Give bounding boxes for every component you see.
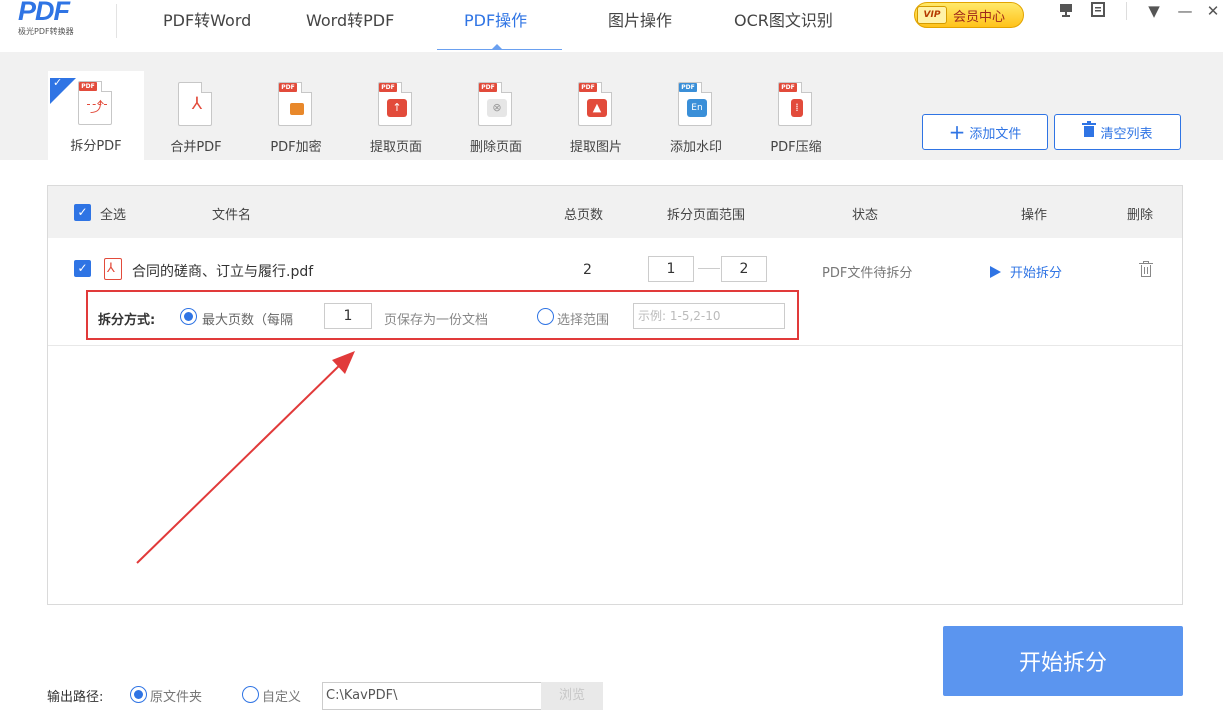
check-icon: ✓ — [53, 76, 63, 89]
tool-merge-pdf[interactable]: ⅄ 合并PDF — [148, 72, 244, 160]
tool-split-pdf[interactable]: ✓ PDF ⤴ 拆分PDF — [48, 71, 144, 160]
menu-icon[interactable]: ▼ — [1144, 2, 1164, 20]
tool-delete-pages[interactable]: PDF ⊗ 删除页面 — [448, 72, 544, 160]
tool-compress-pdf[interactable]: PDF ⁞ PDF压缩 — [748, 72, 844, 160]
select-all-checkbox[interactable]: ✓ — [74, 204, 91, 221]
tool-label: 拆分PDF — [70, 139, 122, 154]
vip-center-label: 会员中心 — [953, 9, 1006, 25]
output-path-label: 输出路径: — [47, 690, 104, 705]
tool-label: PDF压缩 — [770, 140, 822, 155]
logo-mark: PDF — [18, 0, 70, 26]
tool-add-watermark[interactable]: PDF En 添加水印 — [648, 72, 744, 160]
header-split-range: 拆分页面范围 — [667, 208, 746, 223]
active-tab-caret — [492, 44, 502, 49]
tool-label: 提取页面 — [369, 140, 422, 155]
watermark-icon: PDF En — [674, 80, 718, 128]
logo-subtitle: 极光PDF转换器 — [18, 27, 74, 36]
logo-divider — [116, 4, 117, 38]
tool-label: 删除页面 — [469, 140, 522, 155]
split-pdf-icon: ✓ PDF ⤴ — [50, 76, 118, 127]
tool-extract-images[interactable]: PDF ▲ 提取图片 — [548, 72, 644, 160]
add-file-label: 添加文件 — [969, 126, 1022, 142]
feedback-icon[interactable] — [1088, 2, 1108, 22]
annotation-highlight-box — [86, 290, 799, 340]
clear-list-button[interactable]: 清空列表 — [1054, 114, 1181, 150]
header-action: 操作 — [1021, 208, 1048, 223]
tool-bar: ✓ PDF ⤴ 拆分PDF ⅄ 合并PDF PDF PDF加密 PDF ↑ 提取… — [0, 52, 1223, 160]
tool-label: PDF加密 — [270, 140, 322, 155]
delete-pages-icon: PDF ⊗ — [474, 80, 518, 128]
active-tab-underline — [437, 49, 562, 50]
radio-custom-folder[interactable] — [242, 686, 259, 703]
header-filename: 文件名 — [212, 208, 252, 223]
start-split-label: 开始拆分 — [1010, 266, 1063, 281]
row-checkbox[interactable]: ✓ — [74, 260, 91, 277]
header-status: 状态 — [852, 208, 879, 223]
range-to-input[interactable]: 2 — [721, 256, 767, 282]
app-window: PDF 极光PDF转换器 PDF转Word Word转PDF PDF操作 图片操… — [0, 0, 1223, 719]
title-bar: PDF 极光PDF转换器 PDF转Word Word转PDF PDF操作 图片操… — [0, 0, 1223, 52]
tool-extract-pages[interactable]: PDF ↑ 提取页面 — [348, 72, 444, 160]
custom-folder-label[interactable]: 自定义 — [262, 686, 301, 705]
radio-original-folder[interactable] — [130, 686, 147, 703]
tool-label: 提取图片 — [569, 140, 622, 155]
tab-word-to-pdf[interactable]: Word转PDF — [306, 10, 394, 40]
compress-pdf-icon: PDF ⁞ — [774, 80, 818, 128]
add-file-button[interactable]: + 添加文件 — [922, 114, 1048, 150]
status-text: PDF文件待拆分 — [822, 266, 913, 281]
tab-pdf-to-word[interactable]: PDF转Word — [163, 10, 251, 40]
extract-images-icon: PDF ▲ — [574, 80, 618, 128]
tab-image-operations[interactable]: 图片操作 — [608, 10, 672, 40]
file-list-panel: ✓ 全选 文件名 总页数 拆分页面范围 状态 操作 删除 ✓ ⅄ 合同的磋商、订… — [47, 185, 1183, 605]
extract-pages-icon: PDF ↑ — [374, 80, 418, 128]
play-icon — [990, 266, 1001, 278]
delete-row-icon[interactable] — [1139, 261, 1153, 279]
clear-list-label: 清空列表 — [1100, 126, 1153, 142]
encrypt-pdf-icon: PDF — [274, 80, 318, 128]
close-icon[interactable]: ✕ — [1203, 2, 1223, 20]
app-logo: PDF 极光PDF转换器 — [18, 0, 118, 37]
start-split-button[interactable]: 开始拆分 — [943, 626, 1183, 696]
file-name: 合同的磋商、订立与履行.pdf — [132, 264, 314, 280]
table-header: ✓ 全选 文件名 总页数 拆分页面范围 状态 操作 删除 — [48, 186, 1182, 238]
tab-pdf-operations[interactable]: PDF操作 — [464, 10, 527, 40]
vip-badge-icon: VIP — [917, 6, 947, 24]
range-separator — [698, 268, 720, 269]
header-delete: 删除 — [1127, 208, 1154, 223]
minimize-icon[interactable]: — — [1175, 2, 1195, 20]
tool-label: 添加水印 — [669, 140, 722, 155]
start-split-link[interactable]: 开始拆分 — [990, 262, 1062, 281]
vip-center-button[interactable]: VIP 会员中心 — [914, 2, 1024, 28]
tool-label: 合并PDF — [170, 140, 222, 155]
total-pages: 2 — [583, 262, 592, 278]
plus-icon: + — [948, 120, 966, 144]
original-folder-label[interactable]: 原文件夹 — [150, 686, 202, 705]
pdf-file-icon: ⅄ — [104, 258, 122, 280]
range-from-input[interactable]: 1 — [648, 256, 694, 282]
tab-ocr[interactable]: OCR图文识别 — [734, 10, 833, 40]
window-controls-divider — [1126, 2, 1127, 20]
merge-pdf-icon: ⅄ — [174, 80, 218, 128]
pin-icon[interactable] — [1056, 2, 1076, 22]
browse-button[interactable]: 浏览 — [541, 682, 603, 710]
output-path-input[interactable]: C:\KavPDF\ — [322, 682, 542, 710]
header-total-pages: 总页数 — [564, 208, 604, 223]
trash-icon — [1082, 121, 1097, 143]
tool-encrypt-pdf[interactable]: PDF PDF加密 — [248, 72, 344, 160]
select-all-label[interactable]: 全选 — [100, 204, 126, 223]
